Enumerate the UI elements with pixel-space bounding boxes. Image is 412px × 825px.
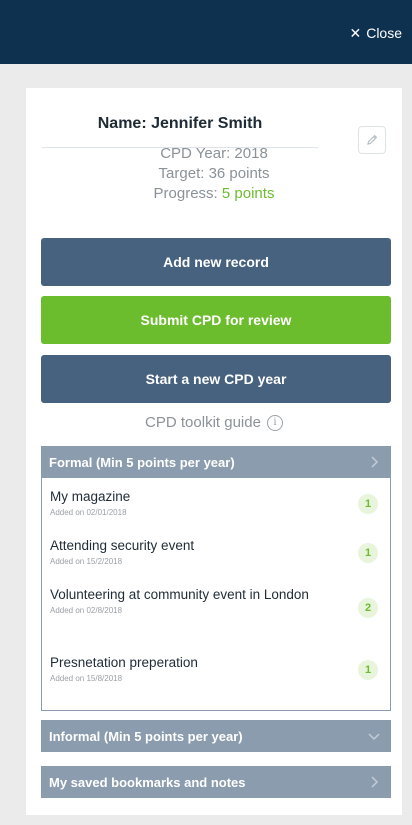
formal-section-title: Formal (Min 5 points per year) (49, 454, 235, 470)
cpd-panel: Name: Jennifer Smith CPD Year: 2018 Targ… (26, 88, 402, 815)
formal-section-header[interactable]: Formal (Min 5 points per year) (41, 446, 391, 478)
list-item[interactable]: Attending security event Added on 15/2/2… (50, 537, 380, 566)
record-title: Volunteering at community event in Londo… (50, 587, 309, 602)
record-title: Presnetation preperation (50, 655, 198, 670)
toolkit-guide-link[interactable]: CPD toolkit guide i (26, 414, 402, 431)
submit-cpd-button[interactable]: Submit CPD for review (41, 296, 391, 344)
points-badge: 1 (358, 494, 378, 514)
record-date: Added on 02/8/2018 (50, 606, 123, 615)
info-icon: i (266, 414, 283, 431)
chevron-right-icon (371, 776, 379, 788)
progress-value: 5 points (221, 185, 275, 202)
close-icon: ✕ (349, 25, 362, 41)
points-badge: 1 (358, 660, 378, 680)
progress-label: Progress: (153, 185, 218, 202)
record-title: Attending security event (50, 538, 195, 553)
chevron-right-icon (371, 456, 379, 468)
informal-section-title: Informal (Min 5 points per year) (49, 728, 243, 744)
points-badge: 1 (358, 543, 378, 563)
record-date: Added on 02/01/2018 (50, 508, 127, 517)
list-item[interactable]: Presnetation preperation Added on 15/8/2… (50, 654, 380, 683)
points-badge: 2 (358, 598, 378, 618)
record-date: Added on 15/8/2018 (50, 674, 123, 683)
cpd-year: CPD Year: 2018 (160, 145, 268, 162)
name-row: Name: Jennifer Smith (42, 104, 318, 148)
list-item[interactable]: Volunteering at community event in Londo… (50, 586, 380, 618)
cpd-info: CPD Year: 2018 Target: 36 points Progres… (26, 144, 402, 204)
record-date: Added on 15/2/2018 (50, 557, 123, 566)
close-label: Close (366, 25, 402, 41)
top-bar: ✕ Close (0, 0, 412, 64)
formal-record-list: My magazine Added on 02/01/2018 1 Attend… (41, 478, 391, 711)
informal-section-header[interactable]: Informal (Min 5 points per year) (41, 720, 391, 752)
cpd-target: Target: 36 points (158, 165, 270, 182)
start-new-year-button[interactable]: Start a new CPD year (41, 355, 391, 403)
cpd-progress: Progress: 5 points (26, 184, 402, 204)
list-item[interactable]: My magazine Added on 02/01/2018 1 (50, 488, 380, 517)
record-title: My magazine (50, 489, 131, 504)
bookmarks-section-header[interactable]: My saved bookmarks and notes (41, 766, 391, 798)
chevron-down-icon (368, 733, 380, 741)
toolkit-label: CPD toolkit guide (145, 414, 261, 431)
add-new-record-button[interactable]: Add new record (41, 238, 391, 286)
bookmarks-section-title: My saved bookmarks and notes (49, 774, 246, 790)
user-name: Name: Jennifer Smith (97, 115, 263, 132)
close-button[interactable]: ✕ Close (349, 25, 402, 41)
